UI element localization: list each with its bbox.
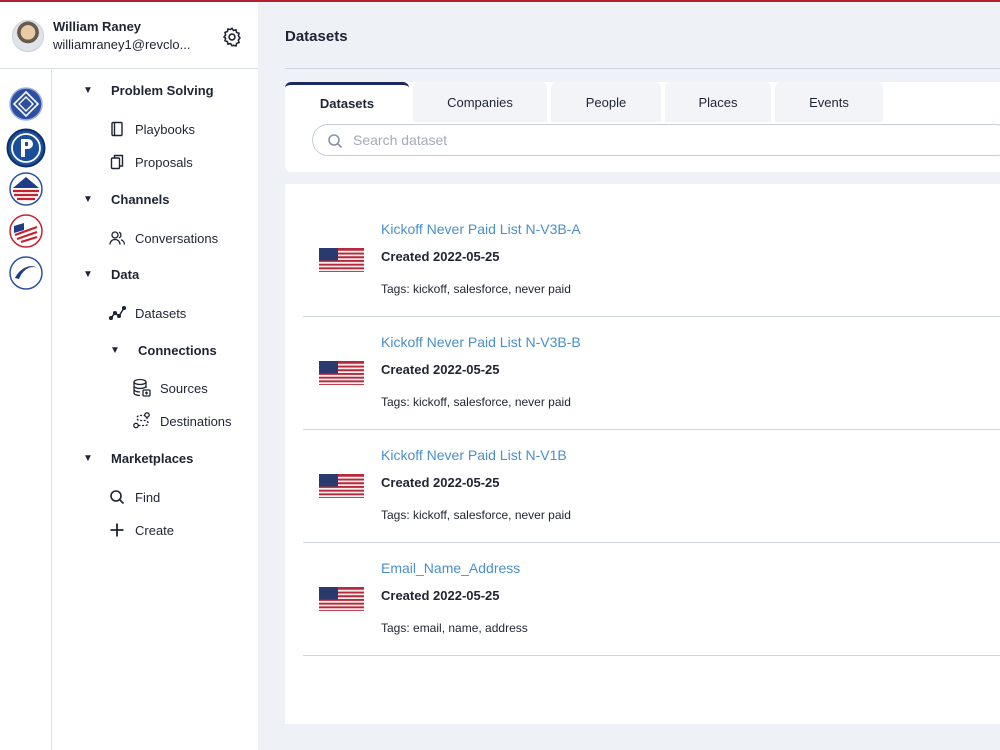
nav-section-problem-solving[interactable]: ▼ Problem Solving xyxy=(83,83,214,98)
nav-section-label: Connections xyxy=(138,343,217,358)
nav-section-label: Problem Solving xyxy=(111,83,214,98)
sidebar-item-conversations[interactable]: Conversations xyxy=(107,228,218,248)
caret-down-icon: ▼ xyxy=(83,269,93,280)
search-icon xyxy=(328,134,343,149)
org-swoosh-icon[interactable] xyxy=(9,256,43,290)
dataset-list: Kickoff Never Paid List N-V3B-A Created … xyxy=(285,184,1000,724)
route-icon xyxy=(132,411,152,431)
dataset-title-link[interactable]: Kickoff Never Paid List N-V3B-B xyxy=(381,334,581,350)
sidebar-item-find[interactable]: Find xyxy=(107,487,160,507)
sidebar-item-label: Proposals xyxy=(135,154,193,170)
plus-icon xyxy=(107,520,127,540)
page-title: Datasets xyxy=(285,28,348,45)
user-name: William Raney xyxy=(53,19,142,34)
caret-down-icon: ▼ xyxy=(83,453,93,464)
sidebar-item-label: Conversations xyxy=(135,230,219,246)
avatar[interactable] xyxy=(12,20,44,52)
us-flag-icon xyxy=(319,248,364,272)
org-diamond-icon[interactable] xyxy=(9,87,43,121)
dataset-created: Created 2022-05-25 xyxy=(381,249,500,264)
nav-section-data[interactable]: ▼ Data xyxy=(83,267,139,282)
main-content: Datasets Datasets Companies People Place… xyxy=(258,2,1000,750)
dataset-tags: Tags: email, name, address xyxy=(381,621,528,635)
caret-down-icon: ▼ xyxy=(110,345,120,356)
tab-people[interactable]: People xyxy=(551,82,661,122)
org-flag-wave-icon[interactable] xyxy=(9,214,43,248)
tabs-panel: Datasets Companies People Places Events xyxy=(285,82,1000,172)
user-email: williamraney1@revclo... xyxy=(53,37,191,52)
dataset-tags: Tags: kickoff, salesforce, never paid xyxy=(381,282,571,296)
dataset-created: Created 2022-05-25 xyxy=(381,588,500,603)
nav-section-connections[interactable]: ▼ Connections xyxy=(110,343,217,358)
sidebar-item-create[interactable]: Create xyxy=(107,520,174,540)
sidebar-item-proposals[interactable]: Proposals xyxy=(107,152,193,172)
tab-events[interactable]: Events xyxy=(775,82,883,122)
search-input[interactable] xyxy=(353,129,993,151)
list-item: Kickoff Never Paid List N-V3B-A Created … xyxy=(303,204,1000,317)
list-item: Kickoff Never Paid List N-V1B Created 20… xyxy=(303,430,1000,543)
sidebar-item-label: Sources xyxy=(160,380,208,396)
gear-icon[interactable] xyxy=(221,26,243,48)
copy-icon xyxy=(107,152,127,172)
list-item: Kickoff Never Paid List N-V3B-B Created … xyxy=(303,317,1000,430)
caret-down-icon: ▼ xyxy=(83,85,93,96)
sidebar-item-label: Destinations xyxy=(160,413,232,429)
divider xyxy=(285,68,1000,69)
sidebar-item-label: Find xyxy=(135,489,161,505)
nav-section-label: Data xyxy=(111,267,140,282)
user-header: William Raney williamraney1@revclo... xyxy=(0,2,258,69)
nav-section-label: Channels xyxy=(111,192,170,207)
caret-down-icon: ▼ xyxy=(83,194,93,205)
sidebar-item-label: Create xyxy=(135,522,175,538)
dataset-created: Created 2022-05-25 xyxy=(381,475,500,490)
book-icon xyxy=(107,119,127,139)
dataset-tags: Tags: kickoff, salesforce, never paid xyxy=(381,395,571,409)
nav-section-marketplaces[interactable]: ▼ Marketplaces xyxy=(83,451,193,466)
organization-rail xyxy=(0,70,52,750)
search-icon xyxy=(107,487,127,507)
dataset-title-link[interactable]: Kickoff Never Paid List N-V3B-A xyxy=(381,221,581,237)
tab-datasets[interactable]: Datasets xyxy=(285,82,409,122)
tab-companies[interactable]: Companies xyxy=(413,82,547,122)
dataset-created: Created 2022-05-25 xyxy=(381,362,500,377)
us-flag-icon xyxy=(319,587,364,611)
list-item: Email_Name_Address Created 2022-05-25 Ta… xyxy=(303,543,1000,656)
nav-section-channels[interactable]: ▼ Channels xyxy=(83,192,170,207)
sidebar-item-destinations[interactable]: Destinations xyxy=(132,411,232,431)
sidebar-nav: ▼ Problem Solving Playbooks Proposals ▼ … xyxy=(52,70,258,750)
us-flag-icon xyxy=(319,474,364,498)
sidebar-item-playbooks[interactable]: Playbooks xyxy=(107,119,195,139)
dataset-title-link[interactable]: Kickoff Never Paid List N-V1B xyxy=(381,447,567,463)
dataset-title-link[interactable]: Email_Name_Address xyxy=(381,560,520,576)
database-icon xyxy=(132,378,152,398)
nav-section-label: Marketplaces xyxy=(111,451,194,466)
search-field[interactable] xyxy=(312,124,1000,156)
sidebar-item-sources[interactable]: Sources xyxy=(132,378,208,398)
sidebar-item-datasets[interactable]: Datasets xyxy=(107,303,186,323)
tab-places[interactable]: Places xyxy=(665,82,771,122)
sidebar-item-label: Playbooks xyxy=(135,121,195,137)
users-icon xyxy=(107,228,127,248)
org-p-icon[interactable] xyxy=(6,128,46,168)
dataset-tags: Tags: kickoff, salesforce, never paid xyxy=(381,508,571,522)
sidebar-item-label: Datasets xyxy=(135,305,187,321)
org-flag-dome-icon[interactable] xyxy=(9,172,43,206)
us-flag-icon xyxy=(319,361,364,385)
line-chart-icon xyxy=(107,303,127,323)
